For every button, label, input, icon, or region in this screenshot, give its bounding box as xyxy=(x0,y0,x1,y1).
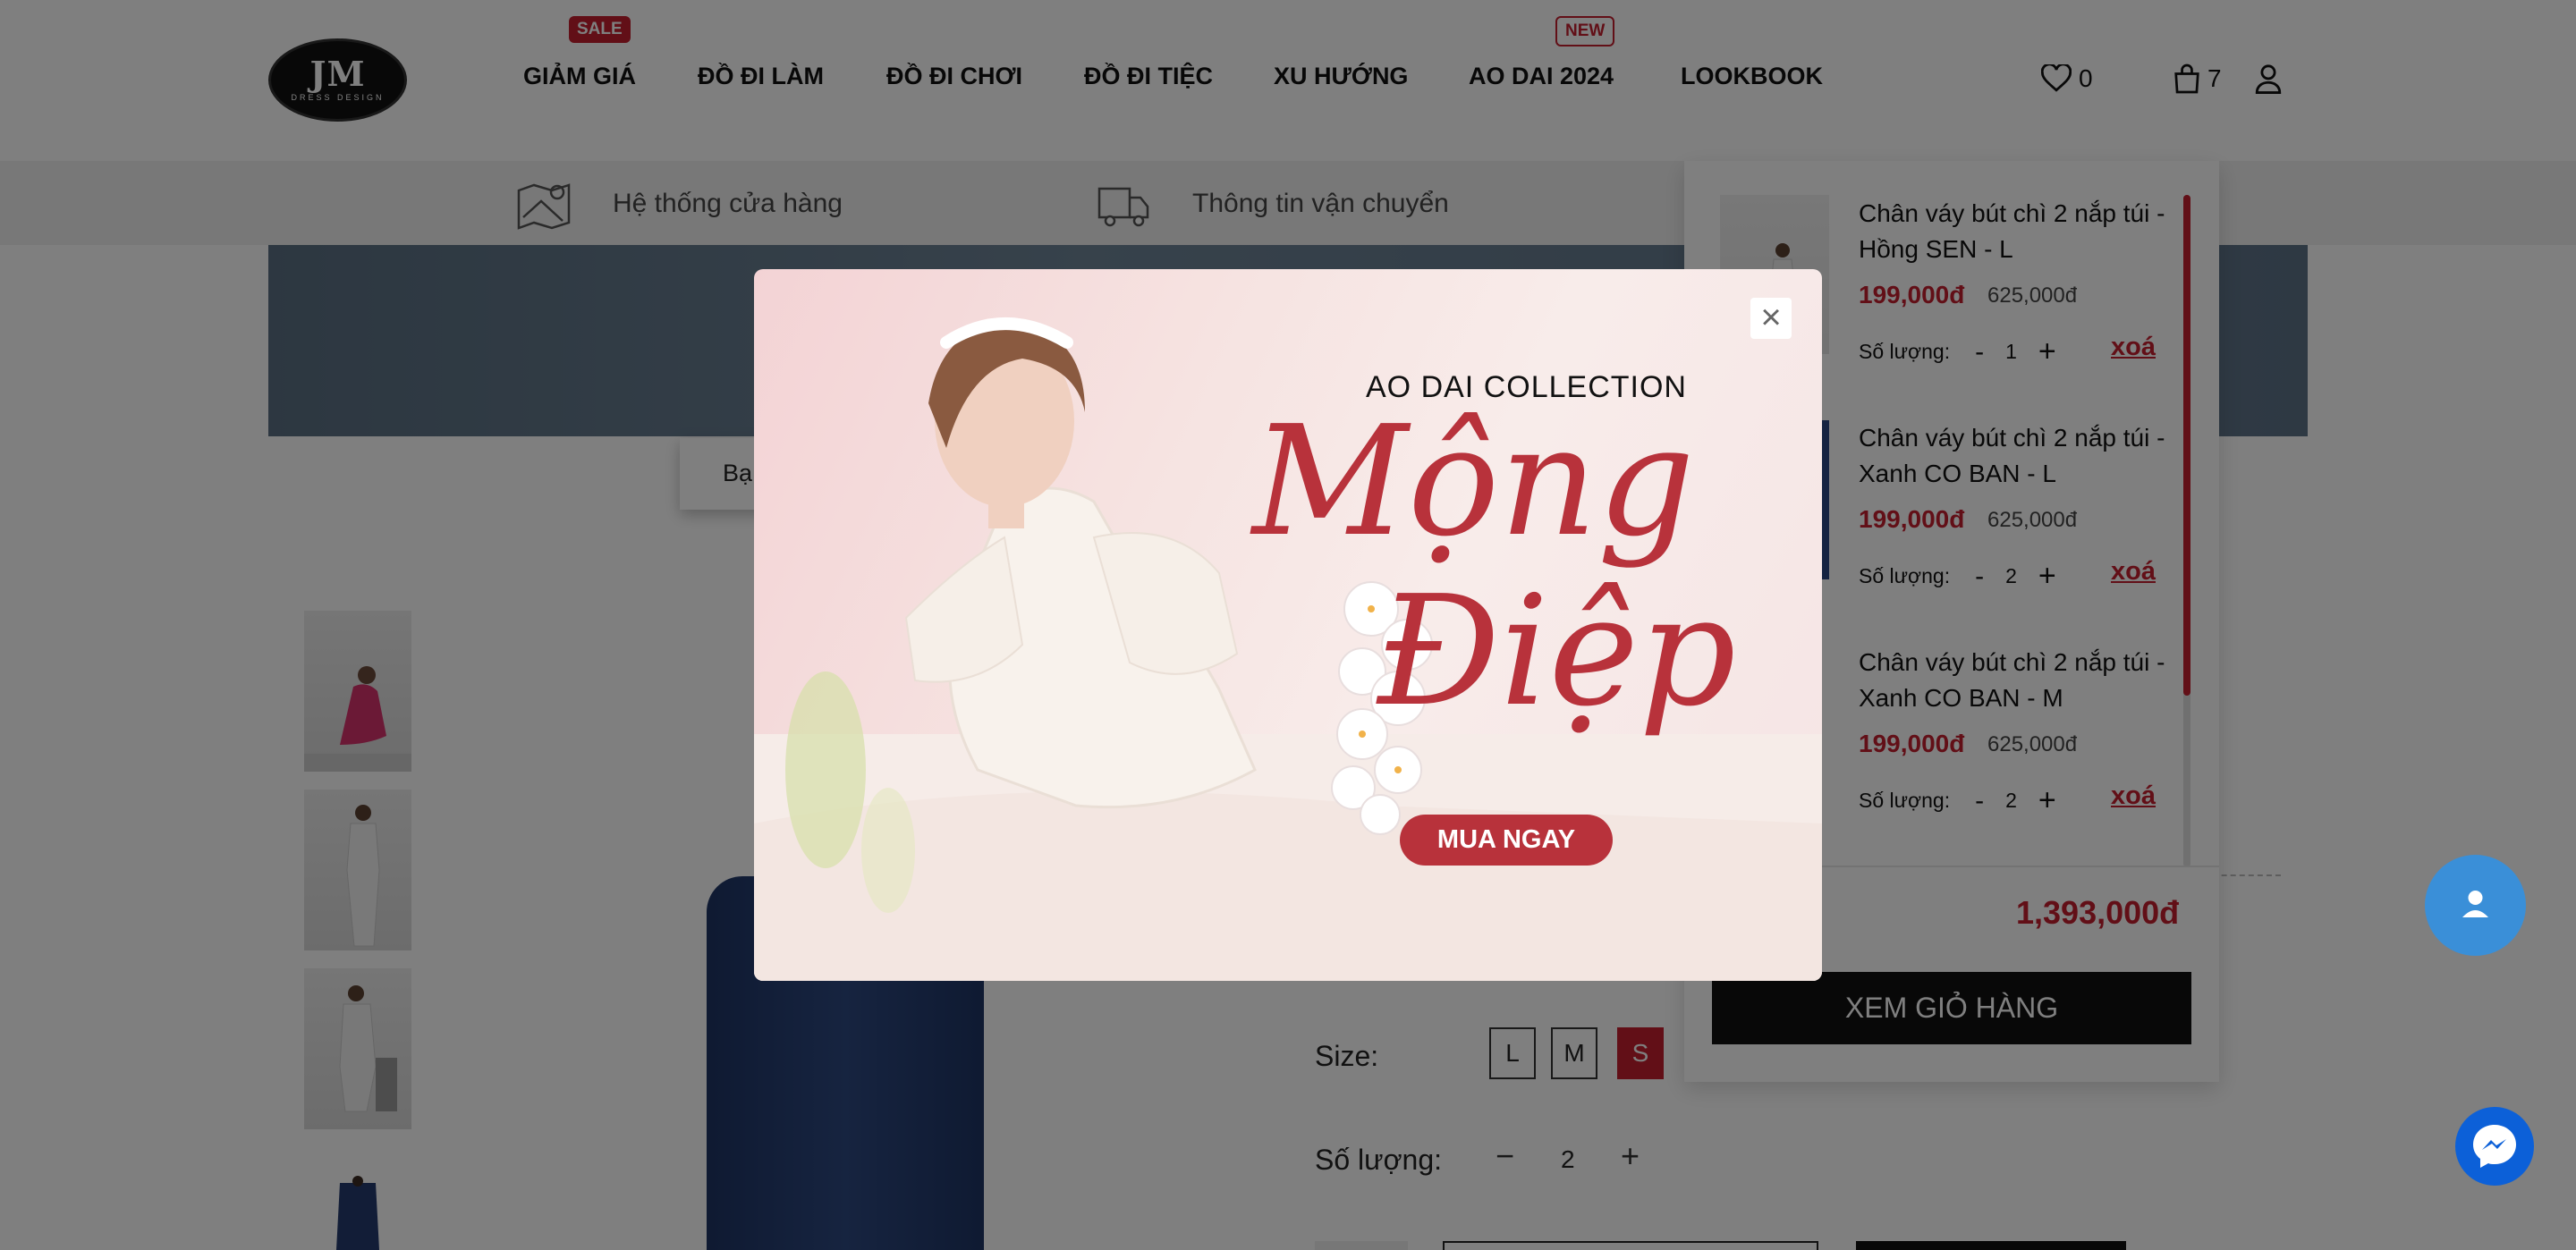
messenger-fab[interactable] xyxy=(2455,1107,2534,1186)
popup-headline-line2: Điệp xyxy=(1377,563,1737,740)
popup-headline-line1: Mộng xyxy=(1252,393,1695,570)
messenger-icon xyxy=(2473,1125,2516,1168)
popup-close-button[interactable]: × xyxy=(1750,298,1792,339)
person-icon xyxy=(2462,891,2488,917)
shop-now-button[interactable]: MUA NGAY xyxy=(1400,815,1613,866)
contact-fab[interactable] xyxy=(2425,855,2526,956)
